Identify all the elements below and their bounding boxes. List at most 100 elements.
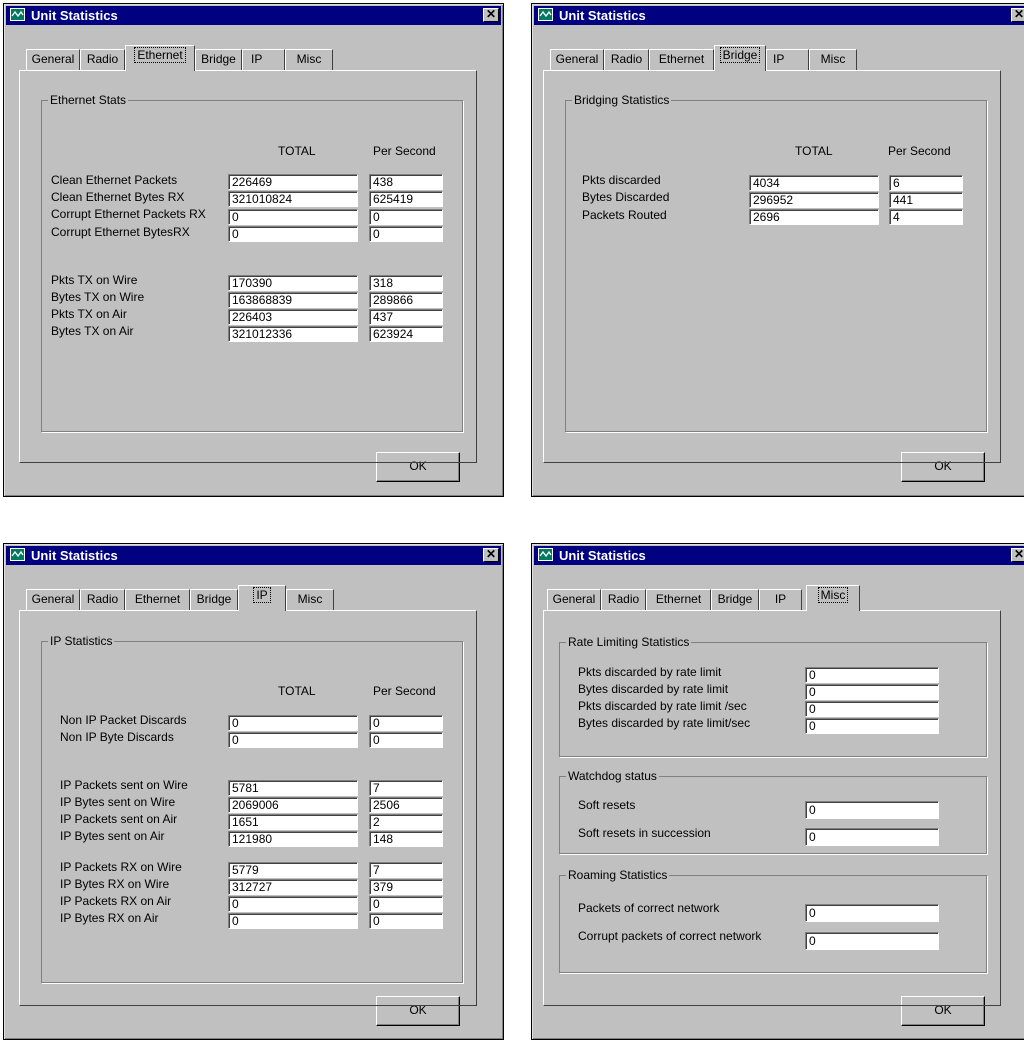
tab-misc[interactable]: Misc (285, 49, 333, 70)
per-second-field[interactable]: 0 (369, 226, 443, 242)
group-title: Watchdog status (566, 769, 659, 783)
close-icon[interactable]: ✕ (1011, 8, 1024, 22)
total-field[interactable]: 5779 (228, 862, 358, 878)
total-field[interactable]: 296952 (749, 192, 879, 208)
close-icon[interactable]: ✕ (1011, 548, 1024, 562)
total-field[interactable]: 170390 (228, 275, 358, 291)
total-field[interactable]: 0 (228, 913, 358, 929)
per-second-field[interactable]: 0 (369, 715, 443, 731)
row-label: Corrupt packets of correct network (578, 929, 762, 943)
tab-ethernet[interactable]: Ethernet (125, 589, 190, 610)
per-second-field[interactable]: 437 (369, 309, 443, 325)
value-field[interactable]: 0 (805, 904, 939, 922)
per-second-field[interactable]: 441 (889, 192, 963, 208)
per-second-field[interactable]: 0 (369, 896, 443, 912)
row-label: IP Packets sent on Air (60, 812, 178, 826)
title-bar[interactable]: Unit Statistics ✕ (534, 6, 1024, 25)
per-second-field[interactable]: 0 (369, 913, 443, 929)
tab-misc[interactable]: Misc (809, 49, 857, 70)
value-field[interactable]: 0 (805, 932, 939, 950)
per-second-field[interactable]: 7 (369, 862, 443, 878)
tab-bridge[interactable]: Bridge (711, 589, 759, 610)
total-field[interactable]: 0 (228, 226, 358, 242)
tab-general[interactable]: General (26, 49, 80, 70)
group-title: IP Statistics (48, 634, 115, 648)
close-icon[interactable]: ✕ (483, 8, 499, 22)
tab-radio[interactable]: Radio (80, 49, 125, 70)
tab-radio[interactable]: Radio (601, 589, 646, 610)
total-field[interactable]: 0 (228, 209, 358, 225)
per-second-field[interactable]: 0 (369, 732, 443, 748)
row-label: IP Bytes sent on Air (60, 829, 165, 843)
per-second-field[interactable]: 2506 (369, 797, 443, 813)
row-label: Bytes Discarded (582, 190, 670, 204)
per-second-field[interactable]: 4 (889, 209, 963, 225)
tab-ethernet[interactable]: Ethernet (649, 49, 714, 70)
total-field[interactable]: 0 (228, 896, 358, 912)
tab-radio[interactable]: Radio (80, 589, 125, 610)
per-second-field[interactable]: 2 (369, 814, 443, 830)
col-per-second-header: Per Second (373, 144, 436, 158)
value-field[interactable]: 0 (805, 801, 939, 819)
total-field[interactable]: 4034 (749, 175, 879, 191)
total-field[interactable]: 0 (228, 715, 358, 731)
value-field[interactable]: 0 (805, 667, 939, 683)
per-second-field[interactable]: 623924 (369, 326, 443, 342)
value-field[interactable]: 0 (805, 701, 939, 717)
per-second-field[interactable]: 438 (369, 174, 443, 190)
per-second-field[interactable]: 7 (369, 780, 443, 796)
value-field[interactable]: 0 (805, 718, 939, 734)
value-field[interactable]: 0 (805, 684, 939, 700)
row-label: Clean Ethernet Bytes RX (51, 190, 185, 204)
per-second-field[interactable]: 318 (369, 275, 443, 291)
app-icon (538, 548, 553, 561)
total-field[interactable]: 312727 (228, 879, 358, 895)
tab-general[interactable]: General (547, 589, 601, 610)
total-field[interactable]: 226469 (228, 174, 358, 190)
row-label: Soft resets (578, 798, 636, 812)
tab-general[interactable]: General (26, 589, 80, 610)
total-field[interactable]: 321012336 (228, 326, 358, 342)
group-title: Ethernet Stats (48, 93, 129, 107)
per-second-field[interactable]: 625419 (369, 191, 443, 207)
tab-ip[interactable]: IP (759, 589, 802, 610)
tab-ip[interactable]: IP (242, 49, 285, 70)
per-second-field[interactable]: 148 (369, 831, 443, 847)
tab-general[interactable]: General (550, 49, 604, 70)
total-field[interactable]: 0 (228, 732, 358, 748)
window-title: Unit Statistics (31, 8, 118, 23)
total-field[interactable]: 321010824 (228, 191, 358, 207)
per-second-field[interactable]: 6 (889, 175, 963, 191)
row-label: Packets Routed (582, 208, 667, 222)
tab-bridge[interactable]: Bridge (714, 45, 766, 71)
col-per-second-header: Per Second (373, 684, 436, 698)
total-field[interactable]: 5781 (228, 780, 358, 796)
tab-misc[interactable]: Misc (286, 589, 334, 610)
tab-ip[interactable]: IP (766, 49, 809, 70)
app-icon (10, 548, 25, 561)
title-bar[interactable]: Unit Statistics ✕ (6, 546, 501, 565)
title-bar[interactable]: Unit Statistics ✕ (534, 546, 1024, 565)
tab-radio[interactable]: Radio (604, 49, 649, 70)
tab-bridge[interactable]: Bridge (195, 49, 242, 70)
tab-bridge[interactable]: Bridge (190, 589, 238, 610)
per-second-field[interactable]: 0 (369, 209, 443, 225)
tab-ip[interactable]: IP (238, 585, 286, 611)
total-field[interactable]: 2696 (749, 209, 879, 225)
total-field[interactable]: 121980 (228, 831, 358, 847)
tab-ethernet[interactable]: Ethernet (125, 45, 195, 71)
tab-misc[interactable]: Misc (806, 585, 860, 611)
tab-ethernet[interactable]: Ethernet (646, 589, 711, 610)
close-icon[interactable]: ✕ (483, 548, 499, 562)
row-label: Corrupt Ethernet Packets RX (51, 207, 206, 221)
per-second-field[interactable]: 379 (369, 879, 443, 895)
total-field[interactable]: 226403 (228, 309, 358, 325)
per-second-field[interactable]: 289866 (369, 292, 443, 308)
value-field[interactable]: 0 (805, 828, 939, 846)
row-label: IP Bytes sent on Wire (60, 795, 176, 809)
title-bar[interactable]: Unit Statistics ✕ (6, 6, 501, 25)
total-field[interactable]: 163868839 (228, 292, 358, 308)
window-bridge: Unit Statistics ✕ General Radio Ethernet… (531, 3, 1024, 497)
total-field[interactable]: 1651 (228, 814, 358, 830)
total-field[interactable]: 2069006 (228, 797, 358, 813)
